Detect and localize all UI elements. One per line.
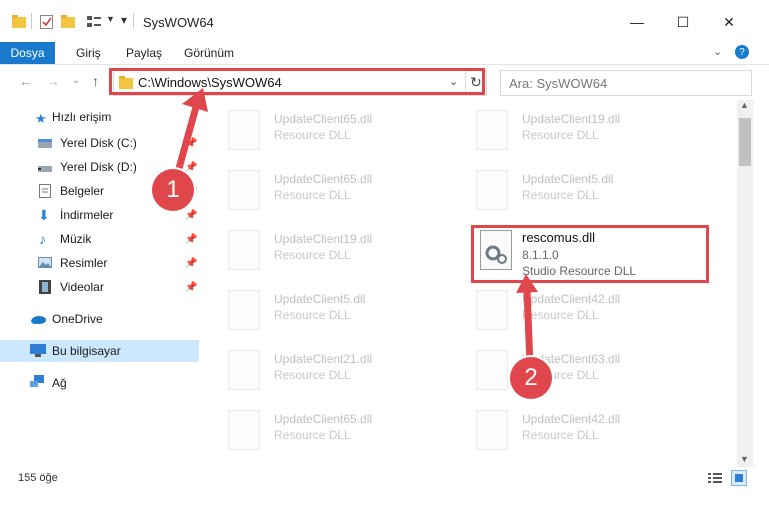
- step-1-badge: 1: [152, 169, 194, 211]
- step-2-badge: 2: [510, 357, 552, 399]
- annotation-arrows: [174, 88, 538, 369]
